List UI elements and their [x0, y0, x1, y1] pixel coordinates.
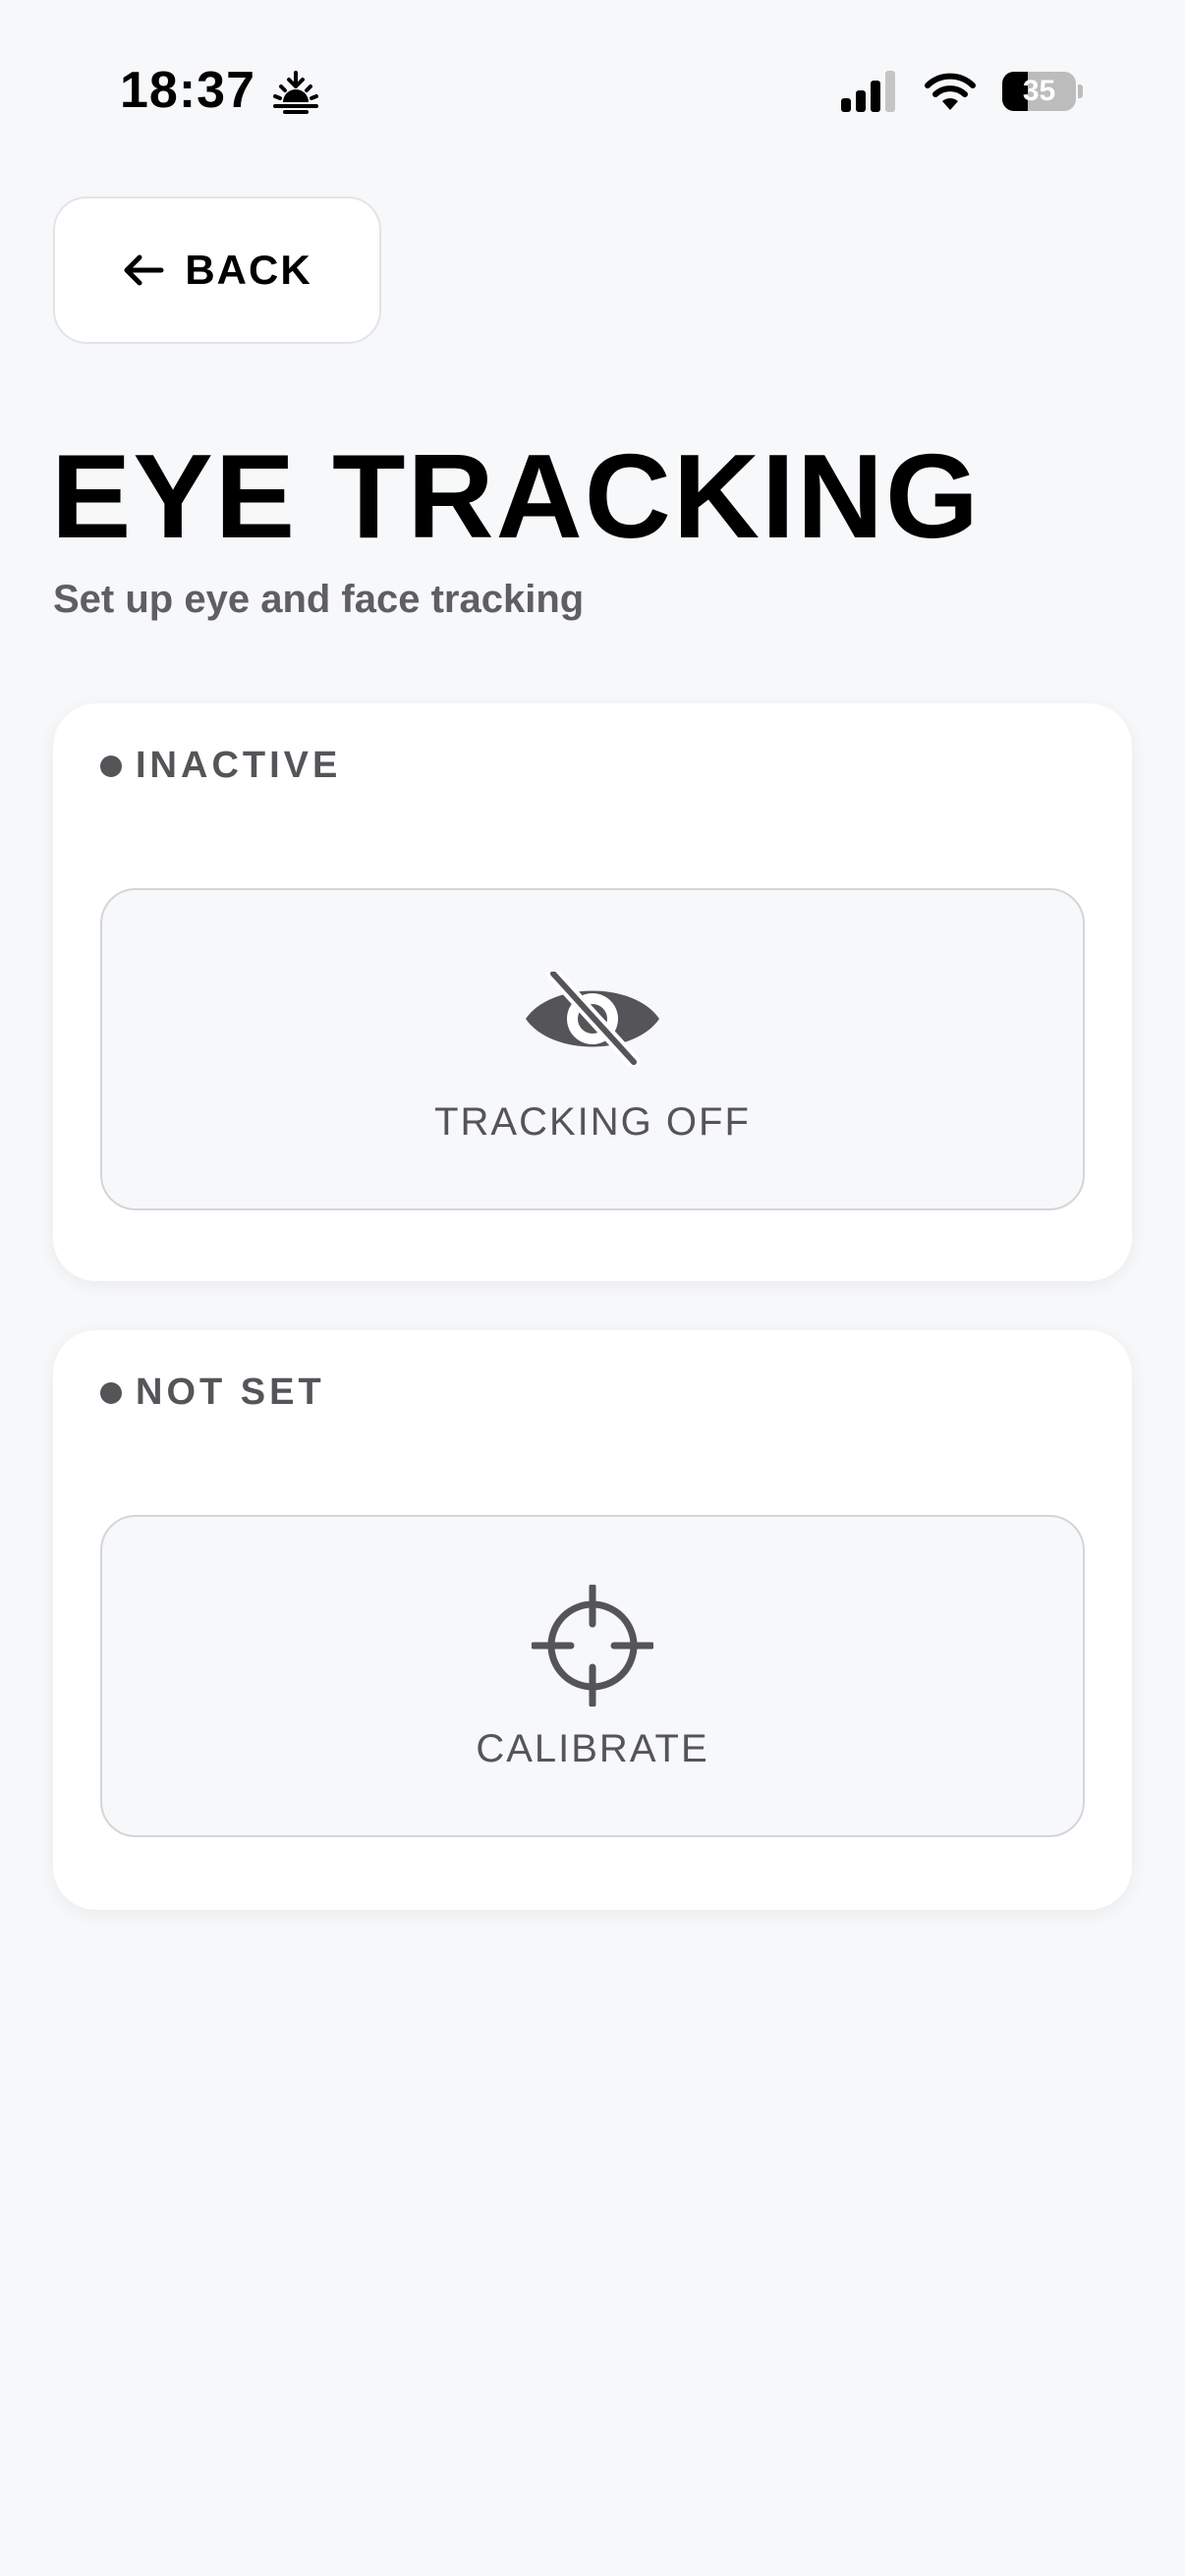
- tracking-toggle-label: TRACKING OFF: [434, 1099, 751, 1144]
- arrow-left-icon: [124, 254, 164, 286]
- calibrate-label: CALIBRATE: [476, 1726, 709, 1770]
- calibration-card: NOT SET CALIBRATE: [53, 1330, 1132, 1910]
- status-time: 18:37: [120, 61, 322, 120]
- tracking-card: INACTIVE TRACKING OFF: [53, 703, 1132, 1281]
- page-subtitle: Set up eye and face tracking: [53, 578, 585, 621]
- calibrate-button[interactable]: CALIBRATE: [100, 1515, 1085, 1837]
- tracking-status-label: INACTIVE: [136, 745, 342, 786]
- status-dot: [100, 755, 122, 777]
- calibration-status-label: NOT SET: [136, 1372, 325, 1413]
- calibration-status: NOT SET: [100, 1372, 325, 1414]
- tracking-status: INACTIVE: [100, 745, 341, 787]
- wifi-icon: [925, 73, 976, 110]
- eye-slash-icon: [519, 955, 666, 1083]
- status-dot: [100, 1381, 122, 1404]
- back-button-label: BACK: [185, 247, 312, 293]
- clock-text: 18:37: [120, 62, 255, 119]
- cellular-signal-icon: [841, 71, 895, 112]
- sunrise-icon: [273, 71, 318, 114]
- page-title: EYE TRACKING: [51, 429, 981, 563]
- status-bar: 18:37 35: [0, 0, 1185, 187]
- status-icons: 35: [841, 71, 1083, 112]
- crosshair-icon: [519, 1582, 666, 1709]
- back-button[interactable]: BACK: [53, 196, 381, 344]
- battery-icon: 35: [1002, 72, 1083, 111]
- tracking-toggle-button[interactable]: TRACKING OFF: [100, 888, 1085, 1210]
- battery-level: 35: [1022, 75, 1056, 107]
